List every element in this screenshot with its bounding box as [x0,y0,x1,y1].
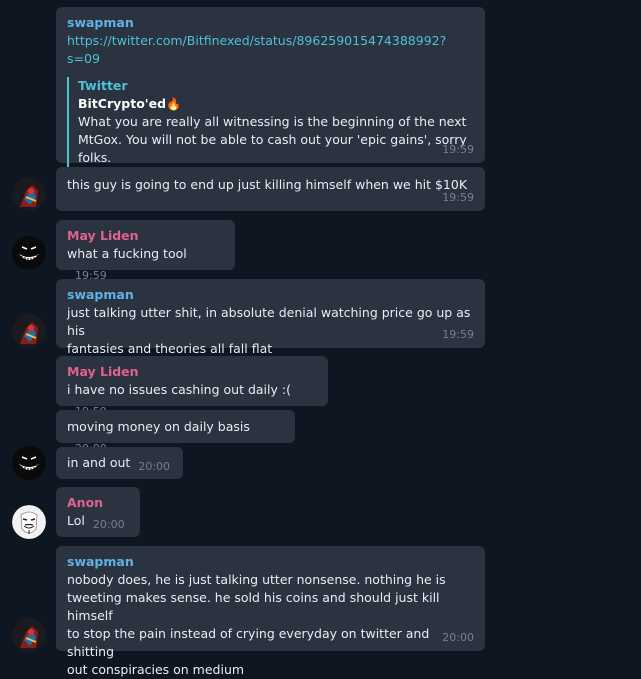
smile-avatar-icon [12,236,46,270]
avatar-image [12,314,46,348]
sender-name[interactable]: swapman [67,14,474,32]
message-text-content: in and out [67,455,131,470]
message-bubble[interactable]: swapman nobody does, he is just talking … [56,546,485,677]
message-text-line: to stop the pain instead of crying every… [67,626,430,659]
preview-text-line: What you are really all witnessing is th… [78,114,467,129]
avatar-may-liden[interactable] [12,236,46,270]
sender-name[interactable]: May Liden [67,227,224,245]
message-text-content: what a fucking tool [67,246,187,261]
message-bubble[interactable]: swapman just talking utter shit, in abso… [56,279,485,356]
message-time: 20:00 [138,460,171,473]
message-text-content: Lol [67,513,85,528]
avatar-image [12,177,46,211]
message-text-line: tweeting makes sense. he sold his coins … [67,590,440,623]
message-time: 19:59 [442,191,474,204]
message-bubble[interactable]: in and out 20:00 [56,447,183,479]
message-text-line: out conspiracies on medium [67,662,245,677]
message-bubble[interactable]: May Liden what a fucking tool19:59 [56,220,235,282]
sender-name[interactable]: May Liden [67,363,317,381]
message-text: this guy is going to end up just killing… [67,177,468,192]
message-time: 20:00 [92,518,125,531]
message-bubble[interactable]: this guy is going to end up just killing… [56,167,485,211]
sender-name[interactable]: swapman [67,553,474,571]
fire-icon: 🔥 [166,97,181,111]
avatar-swapman[interactable] [12,618,46,652]
message-time: 19:59 [442,143,474,156]
message-text-line: nobody does, he is just talking utter no… [67,572,446,587]
sender-name[interactable]: swapman [67,286,474,304]
preview-text-line: folks. [78,150,112,165]
avatar-swapman[interactable] [12,314,46,348]
message-text: in and out 20:00 [67,454,172,476]
message-text-line: just talking utter shit, in absolute den… [67,305,471,338]
tweet-link[interactable]: https://twitter.com/Bitfinexed/status/89… [67,32,474,68]
mask-avatar-icon [12,505,46,539]
preview-author: BitCrypto'ed [78,96,167,111]
avatar-may-liden[interactable] [12,446,46,480]
message-bubble[interactable]: swapman https://twitter.com/Bitfinexed/s… [56,7,485,167]
smile-avatar-icon [12,446,46,480]
link-preview[interactable]: Twitter BitCrypto'ed🔥 What you are reall… [67,77,474,167]
preview-source: Twitter [78,78,128,93]
avatar-image [12,618,46,652]
message-bubble[interactable]: May Liden i have no issues cashing out d… [56,356,328,418]
message-text-content: moving money on daily basis [67,419,250,434]
avatar-anon[interactable] [12,505,46,539]
message-time: 19:59 [442,328,474,341]
message-text: Lol 20:00 [67,512,129,534]
message-bubble[interactable]: moving money on daily basis20:00 [56,410,295,455]
sender-name[interactable]: Anon [67,494,129,512]
message-text-content: i have no issues cashing out daily :( [67,382,291,397]
preview-text-line: MtGox. You will not be able to cash out … [78,132,467,147]
preview-author-row: BitCrypto'ed🔥 [78,95,474,113]
message-bubble[interactable]: Anon Lol 20:00 [56,487,140,537]
message-time: 20:00 [442,631,474,644]
avatar-swapman[interactable] [12,177,46,211]
